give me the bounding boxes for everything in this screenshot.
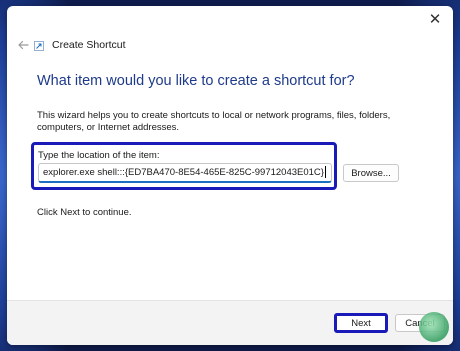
create-shortcut-dialog: ✕ Create Shortcut What item would you li… bbox=[7, 6, 453, 345]
location-input-value: explorer.exe shell:::{ED7BA470-8E54-465E… bbox=[43, 167, 324, 178]
location-input[interactable]: explorer.exe shell:::{ED7BA470-8E54-465E… bbox=[38, 163, 332, 183]
shortcut-icon bbox=[34, 41, 44, 51]
page-heading: What item would you like to create a sho… bbox=[37, 73, 355, 89]
dialog-title: Create Shortcut bbox=[52, 39, 126, 51]
close-button[interactable]: ✕ bbox=[417, 6, 453, 32]
next-button[interactable]: Next bbox=[334, 313, 388, 333]
continue-instruction: Click Next to continue. bbox=[37, 207, 132, 218]
browse-button[interactable]: Browse... bbox=[343, 164, 399, 182]
location-label: Type the location of the item: bbox=[38, 150, 160, 161]
text-caret bbox=[324, 166, 326, 179]
wizard-description: This wizard helps you to create shortcut… bbox=[37, 110, 391, 133]
watermark-logo bbox=[419, 312, 449, 342]
close-icon: ✕ bbox=[428, 11, 442, 28]
back-arrow-icon[interactable] bbox=[16, 38, 30, 52]
